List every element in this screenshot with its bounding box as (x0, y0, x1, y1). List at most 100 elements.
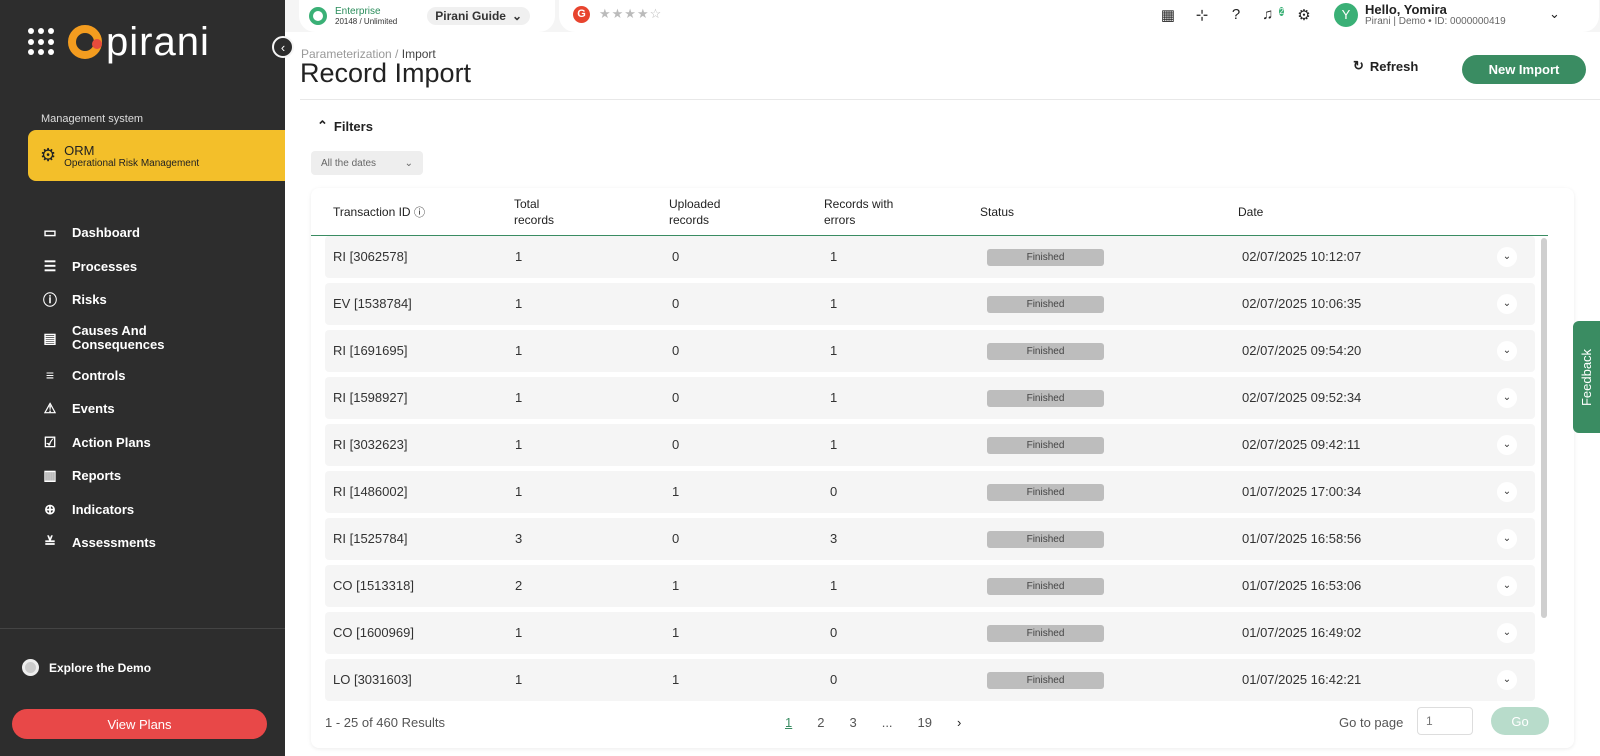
header-total-records: Total records (514, 197, 555, 227)
status-badge: Finished (987, 390, 1104, 407)
transaction-id: RI [1525784] (333, 531, 408, 546)
expand-row-chevron-icon[interactable]: ⌄ (1497, 623, 1517, 643)
table-row[interactable]: RI [1691695] 1 0 1 Finished 02/07/2025 09:54:… (325, 330, 1535, 372)
expand-row-chevron-icon[interactable]: ⌄ (1497, 341, 1517, 361)
page-ellipsis: ... (881, 715, 893, 730)
table-body: RI [3062578] 1 0 1 Finished 02/07/2025 10:12:… (325, 236, 1535, 706)
add-user-icon[interactable]: ⊹ (1193, 6, 1211, 24)
explore-demo-link[interactable]: Explore the Demo (22, 659, 151, 676)
expand-row-chevron-icon[interactable]: ⌄ (1497, 482, 1517, 502)
info-icon[interactable]: ⓘ (414, 207, 425, 219)
module-selector[interactable]: ⚙ ORM Operational Risk Management (28, 130, 295, 181)
uploaded-records: 0 (672, 249, 680, 264)
user-menu-chevron-icon[interactable]: ⌄ (1549, 6, 1560, 22)
table-row[interactable]: LO [3031603] 1 1 0 Finished 01/07/2025 16:42:… (325, 659, 1535, 701)
building-icon[interactable]: ▦ (1159, 6, 1177, 24)
pirani-guide-dropdown[interactable]: Pirani Guide ⌄ (427, 7, 531, 25)
filters-toggle[interactable]: ⌃ Filters (317, 118, 373, 134)
expand-row-chevron-icon[interactable]: ⌄ (1497, 388, 1517, 408)
help-icon[interactable]: ? (1227, 6, 1245, 24)
alert-circle-icon: ⓘ (43, 291, 57, 308)
header-records-with-errors: Records with errors (824, 197, 894, 227)
goto-page-input[interactable] (1417, 707, 1473, 735)
table-row[interactable]: RI [3032623] 1 0 1 Finished 02/07/2025 09:42:… (325, 424, 1535, 466)
status-badge: Finished (987, 249, 1104, 266)
sidebar-item-processes[interactable]: ☰ Processes (40, 250, 172, 284)
header-uploaded-records: Uploaded records (669, 197, 721, 227)
header-label: Transaction ID (333, 205, 411, 219)
sidebar-item-action-plans[interactable]: ☑ Action Plans (40, 426, 172, 460)
records-with-errors: 1 (830, 296, 838, 311)
refresh-label: Refresh (1369, 58, 1419, 74)
row-date: 01/07/2025 17:00:34 (1242, 484, 1362, 499)
expand-row-chevron-icon[interactable]: ⌄ (1497, 435, 1517, 455)
sidebar-item-controls[interactable]: ≡ Controls (40, 359, 172, 393)
records-with-errors: 1 (830, 578, 838, 593)
sidebar-item-events[interactable]: ⚠ Events (40, 392, 172, 426)
notification-count: 2 (1279, 7, 1284, 16)
sidebar-nav: ▭ Dashboard ☰ Processes ⓘ Risks ▤ Causes And… (40, 216, 172, 560)
table-row[interactable]: CO [1513318] 2 1 1 Finished 01/07/2025 16:53:… (325, 565, 1535, 607)
table-header: Transaction ID ⓘ Total records Uploaded … (311, 188, 1548, 236)
transaction-id: RI [1598927] (333, 390, 408, 405)
brand-logo-icon (68, 25, 102, 59)
user-info: Pirani | Demo • ID: 0000000419 (1365, 16, 1506, 27)
feedback-label: Feedback (1579, 348, 1594, 406)
bell-icon[interactable]: ♫ 2 (1261, 6, 1284, 24)
collapse-sidebar-icon[interactable]: ‹ (272, 36, 294, 58)
expand-row-chevron-icon[interactable]: ⌄ (1497, 294, 1517, 314)
total-records: 3 (515, 531, 523, 546)
table-row[interactable]: EV [1538784] 1 0 1 Finished 02/07/2025 10:06:… (325, 283, 1535, 325)
total-records: 2 (515, 578, 523, 593)
feedback-tab[interactable]: Feedback (1573, 321, 1600, 433)
view-plans-button[interactable]: View Plans (12, 709, 267, 739)
scrollbar[interactable] (1541, 238, 1547, 618)
table-row[interactable]: RI [1525784] 3 0 3 Finished 01/07/2025 16:58:… (325, 518, 1535, 560)
apps-grid-icon[interactable] (28, 28, 56, 56)
transaction-id: RI [1486002] (333, 484, 408, 499)
sidebar-item-indicators[interactable]: ⊕ Indicators (40, 493, 172, 527)
filters-label: Filters (333, 118, 373, 134)
refresh-button[interactable]: ↻ Refresh (1353, 58, 1418, 74)
status-badge: Finished (987, 343, 1104, 360)
total-records: 1 (515, 390, 523, 405)
rating-stars[interactable]: ★★★★☆ (599, 6, 662, 22)
target-icon: ⊕ (44, 500, 56, 517)
table-row[interactable]: CO [1600969] 1 1 0 Finished 01/07/2025 16:49:… (325, 612, 1535, 654)
avatar[interactable]: Y (1334, 3, 1358, 27)
brand-name: pirani (106, 20, 210, 64)
table-row[interactable]: RI [3062578] 1 0 1 Finished 02/07/2025 10:12:… (325, 236, 1535, 278)
sidebar-item-causes[interactable]: ▤ Causes And Consequences (40, 317, 172, 359)
records-with-errors: 0 (830, 672, 838, 687)
main-content: Enterprise 20148 / Unlimited Pirani Guid… (285, 0, 1600, 756)
date-filter-select[interactable]: All the dates ⌄ (311, 151, 423, 175)
header-date: Date (1238, 205, 1264, 219)
expand-row-chevron-icon[interactable]: ⌄ (1497, 247, 1517, 267)
expand-row-chevron-icon[interactable]: ⌄ (1497, 529, 1517, 549)
page-link[interactable]: 3 (849, 715, 856, 730)
page-link[interactable]: 2 (817, 715, 824, 730)
sidebar-item-risks[interactable]: ⓘ Risks (40, 283, 172, 317)
sidebar-item-assessments[interactable]: ≚ Assessments (40, 526, 172, 560)
g2-logo-icon[interactable]: G (573, 6, 590, 23)
total-records: 1 (515, 484, 523, 499)
sidebar-item-dashboard[interactable]: ▭ Dashboard (40, 216, 172, 250)
records-with-errors: 1 (830, 343, 838, 358)
uploaded-records: 1 (672, 625, 680, 640)
chevron-right-icon[interactable]: › (957, 715, 961, 730)
results-count: 1 - 25 of 460 Results (325, 715, 445, 730)
chevron-down-icon: ⌄ (511, 9, 523, 23)
settings-icon[interactable]: ⚙ (1295, 6, 1313, 24)
sidebar-item-reports[interactable]: ▥ Reports (40, 459, 172, 493)
table-row[interactable]: RI [1486002] 1 1 0 Finished 01/07/2025 17:00:… (325, 471, 1535, 513)
plan-pill: Enterprise 20148 / Unlimited Pirani Guid… (299, 0, 555, 32)
go-button[interactable]: Go (1491, 707, 1549, 735)
table-row[interactable]: RI [1598927] 1 0 1 Finished 02/07/2025 09:52:… (325, 377, 1535, 419)
page-link[interactable]: 19 (918, 715, 932, 730)
expand-row-chevron-icon[interactable]: ⌄ (1497, 576, 1517, 596)
page-link[interactable]: 1 (785, 715, 792, 730)
expand-row-chevron-icon[interactable]: ⌄ (1497, 670, 1517, 690)
gear-icon: ⚙ (40, 145, 57, 165)
row-date: 02/07/2025 10:12:07 (1242, 249, 1362, 264)
new-import-button[interactable]: New Import (1462, 55, 1586, 84)
